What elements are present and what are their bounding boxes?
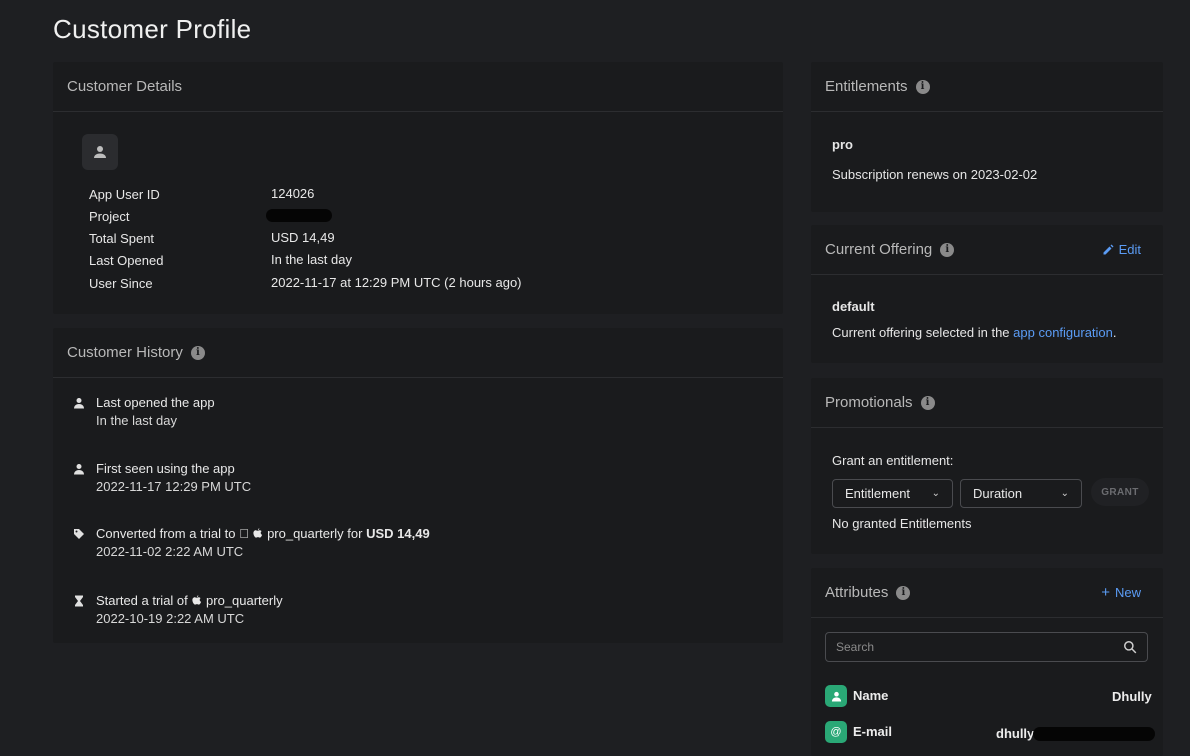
history-item-date: 2022-11-17 12:29 PM UTC — [96, 479, 252, 494]
search-icon[interactable] — [1123, 640, 1137, 654]
attribute-value-name: Dhully — [1112, 689, 1152, 704]
history-item-date: 2022-11-02 2:22 AM UTC — [96, 544, 244, 559]
offering-name: default — [832, 299, 875, 314]
at-icon: @ — [825, 721, 847, 743]
attribute-value-email: dhully — [996, 726, 1035, 741]
history-item-title: First seen using the app — [96, 461, 235, 476]
history-item-date: In the last day — [96, 413, 177, 428]
history-item-title: Converted from a trial to  pro_quarterl… — [96, 526, 430, 541]
info-icon[interactable]: i — [896, 585, 911, 600]
current-offering-header: Current Offering i Edit — [811, 225, 1163, 275]
attribute-key-email: E-mail — [853, 724, 893, 739]
person-icon — [94, 146, 106, 158]
attribute-key-name: Name — [853, 688, 889, 703]
promotionals-card: Promotionals i Grant an entitlement: Ent… — [811, 378, 1163, 554]
pencil-icon — [1103, 244, 1114, 254]
chevron-down-icon: ⌄ — [1060, 488, 1069, 499]
entitlement-select-value: Entitlement — [845, 486, 911, 501]
detail-value-user-since: 2022-11-17 at 12:29 PM UTC (2 hours ago) — [271, 275, 522, 290]
entitlement-renewal: Subscription renews on 2023-02-02 — [832, 167, 1038, 182]
history-item-title: Last opened the app — [96, 395, 215, 410]
edit-offering-label: Edit — [1118, 242, 1141, 257]
grant-entitlement-label: Grant an entitlement: — [832, 453, 954, 468]
detail-label-total-spent: Total Spent — [89, 231, 155, 246]
attributes-header: Attributes i + New — [811, 568, 1163, 618]
attributes-search-input[interactable] — [836, 640, 1123, 654]
person-icon — [825, 685, 847, 707]
history-item-title: Started a trial of pro_quarterly — [96, 593, 283, 608]
chevron-down-icon: ⌄ — [931, 488, 940, 499]
current-offering-card: Current Offering i Edit default Current … — [811, 225, 1163, 363]
edit-offering-button[interactable]: Edit — [1102, 242, 1141, 257]
entitlements-header: Entitlements i — [811, 62, 1163, 112]
detail-value-last-opened: In the last day — [271, 252, 352, 267]
offering-desc-suffix: . — [1112, 325, 1117, 340]
history-item-product: pro_quarterly — [253, 526, 344, 541]
entitlement-name: pro — [832, 137, 853, 152]
new-attribute-label: New — [1114, 585, 1141, 600]
customer-details-card: Customer Details App User ID 124026 Proj… — [53, 62, 783, 314]
customer-history-title: Customer History — [67, 344, 183, 361]
redacted-email — [1033, 727, 1155, 741]
offering-desc-text: Current offering selected in the — [832, 325, 1014, 340]
customer-history-card: Customer History i Last opened the app I… — [53, 328, 783, 643]
app-configuration-link[interactable]: app configuration — [1013, 325, 1113, 340]
customer-history-header: Customer History i — [53, 328, 783, 378]
avatar — [82, 134, 118, 170]
history-item-product: pro_quarterly — [206, 593, 283, 608]
customer-details-header: Customer Details — [53, 62, 783, 112]
detail-label-last-opened: Last Opened — [89, 253, 164, 268]
detail-label-app-user-id: App User ID — [89, 187, 160, 202]
duration-select-value: Duration — [973, 486, 1023, 501]
attributes-title: Attributes — [825, 584, 889, 601]
detail-label-project: Project — [89, 209, 130, 224]
attributes-card: Attributes i + New Name Dhully @ E-mail … — [811, 568, 1163, 756]
person-icon — [74, 464, 84, 475]
redacted-project — [266, 209, 332, 222]
info-icon[interactable]: i — [940, 242, 955, 257]
info-icon[interactable]: i — [190, 345, 205, 360]
grant-button[interactable]: GRANT — [1091, 478, 1149, 506]
duration-select[interactable]: Duration ⌄ — [960, 479, 1082, 508]
promotionals-header: Promotionals i — [811, 378, 1163, 428]
person-icon — [74, 398, 84, 409]
attributes-search — [825, 632, 1148, 662]
entitlement-select[interactable]: Entitlement ⌄ — [832, 479, 953, 508]
history-item-date: 2022-10-19 2:22 AM UTC — [96, 611, 245, 626]
history-item-amount: USD 14,49 — [352, 526, 430, 541]
history-item-text: for — [330, 526, 362, 541]
detail-value-app-user-id[interactable]: 124026 — [271, 186, 314, 201]
history-item-text: Started a trial of — [96, 593, 192, 608]
apple-icon — [192, 595, 202, 605]
customer-details-title: Customer Details — [67, 78, 183, 95]
entitlements-title: Entitlements — [825, 78, 908, 95]
history-item-text: Converted from a trial to — [96, 526, 240, 541]
current-offering-title: Current Offering — [825, 241, 933, 258]
new-attribute-button[interactable]: + New — [1101, 584, 1141, 601]
plus-icon: + — [1101, 584, 1110, 601]
info-icon[interactable]: i — [915, 79, 930, 94]
apple-icon — [253, 528, 263, 538]
offering-description: Current offering selected in the app con… — [832, 325, 1117, 340]
info-icon[interactable]: i — [920, 395, 935, 410]
hourglass-icon — [75, 595, 83, 607]
page-title: Customer Profile — [53, 14, 252, 44]
detail-label-user-since: User Since — [89, 276, 153, 291]
no-granted-entitlements: No granted Entitlements — [832, 516, 972, 531]
apple-icon:  — [239, 526, 249, 541]
detail-value-total-spent: USD 14,49 — [271, 230, 335, 245]
entitlements-card: Entitlements i pro Subscription renews o… — [811, 62, 1163, 212]
promotionals-title: Promotionals — [825, 394, 913, 411]
tag-icon — [74, 529, 84, 539]
